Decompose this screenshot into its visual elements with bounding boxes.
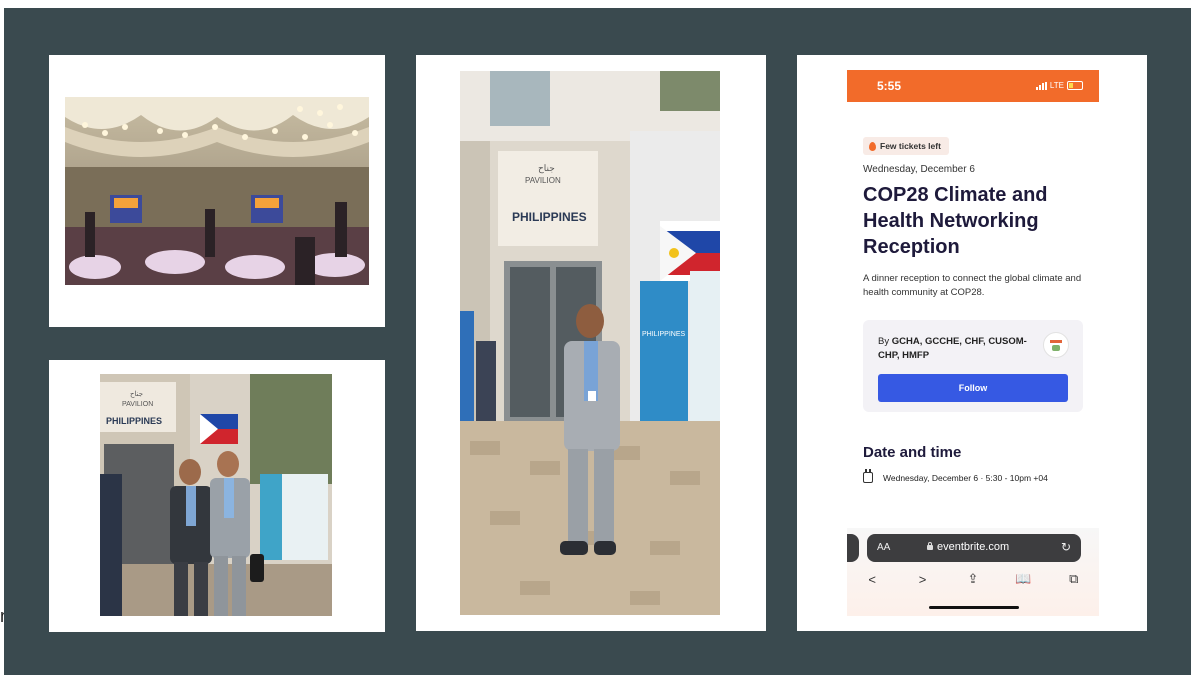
date-time-row: Wednesday, December 6 · 5:30 - 10pm +04	[863, 469, 1048, 483]
single-country-label: PHILIPPINES	[512, 210, 587, 224]
status-indicators: LTE	[1035, 81, 1083, 90]
pavilion-duo-photo: جناح PAVILION PHILIPPINES	[100, 374, 332, 616]
eventbrite-phone-screen: 5:55 LTE Few tickets left Wednesday, Dec…	[847, 70, 1099, 616]
reception-hall-photo	[65, 97, 369, 285]
pavilion-duo-image: جناح PAVILION PHILIPPINES	[100, 374, 332, 616]
reload-icon[interactable]: ↻	[1061, 540, 1071, 554]
safari-toolbar: AA eventbrite.com ↻ < > ⇪ 📖 ⧉	[847, 528, 1099, 616]
reception-hall-image	[65, 97, 369, 285]
previous-tab-stub[interactable]	[847, 534, 859, 562]
organizer-by: By	[878, 336, 890, 347]
home-indicator[interactable]	[929, 606, 1019, 609]
browser-nav-row: < > ⇪ 📖 ⧉	[847, 568, 1099, 590]
network-label: LTE	[1049, 81, 1064, 90]
follow-button[interactable]: Follow	[878, 374, 1068, 402]
share-icon[interactable]: ⇪	[961, 571, 985, 587]
status-time: 5:55	[877, 79, 902, 93]
event-description: A dinner reception to connect the global…	[863, 273, 1082, 298]
duo-pavilion-arabic: جناح	[130, 390, 143, 398]
url-display[interactable]: eventbrite.com	[927, 541, 1009, 553]
single-pavilion-label: PAVILION	[525, 176, 561, 185]
duo-pavilion-label: PAVILION	[122, 401, 153, 408]
organizer-logo-icon[interactable]	[1043, 332, 1069, 358]
reader-options-button[interactable]: AA	[877, 542, 890, 553]
duo-country-label: PHILIPPINES	[106, 416, 162, 426]
few-tickets-badge: Few tickets left	[863, 137, 949, 155]
lock-icon	[927, 541, 933, 550]
url-text: eventbrite.com	[937, 541, 1010, 553]
address-bar[interactable]: AA eventbrite.com ↻	[867, 534, 1081, 562]
pavilion-single-image: جناح PAVILION PHILIPPINES PHILIPPINES	[460, 71, 720, 615]
battery-icon	[1067, 81, 1083, 90]
date-time-value: Wednesday, December 6 · 5:30 - 10pm +04	[883, 472, 1048, 483]
pavilion-single-photo: جناح PAVILION PHILIPPINES PHILIPPINES	[460, 71, 720, 615]
organizer-names[interactable]: GCHA, GCCHE, CHF, CUSOM-CHP, HMFP	[878, 336, 1027, 361]
forward-icon[interactable]: >	[911, 572, 935, 587]
banner-country-label: PHILIPPINES	[642, 331, 686, 338]
photo-card-pavilion-single: جناح PAVILION PHILIPPINES PHILIPPINES	[416, 55, 766, 631]
signal-icon	[1035, 81, 1047, 90]
tabs-icon[interactable]: ⧉	[1062, 571, 1086, 587]
photo-card-reception-hall	[49, 55, 385, 327]
flame-icon	[869, 141, 876, 151]
calendar-icon	[863, 469, 873, 483]
status-bar: 5:55 LTE	[847, 70, 1099, 102]
date-time-heading: Date and time	[863, 444, 962, 461]
back-icon[interactable]: <	[860, 572, 884, 587]
event-date: Wednesday, December 6	[863, 164, 975, 175]
organizer-card: By GCHA, GCCHE, CHF, CUSOM-CHP, HMFP Fol…	[863, 320, 1083, 412]
photo-card-pavilion-duo: جناح PAVILION PHILIPPINES	[49, 360, 385, 632]
single-pavilion-arabic: جناح	[538, 163, 555, 174]
bookmarks-icon[interactable]: 📖	[1011, 571, 1035, 587]
badge-label: Few tickets left	[880, 141, 941, 151]
organizer-text: By GCHA, GCCHE, CHF, CUSOM-CHP, HMFP	[878, 335, 1038, 363]
event-title: COP28 Climate and Health Networking Rece…	[863, 184, 1048, 258]
